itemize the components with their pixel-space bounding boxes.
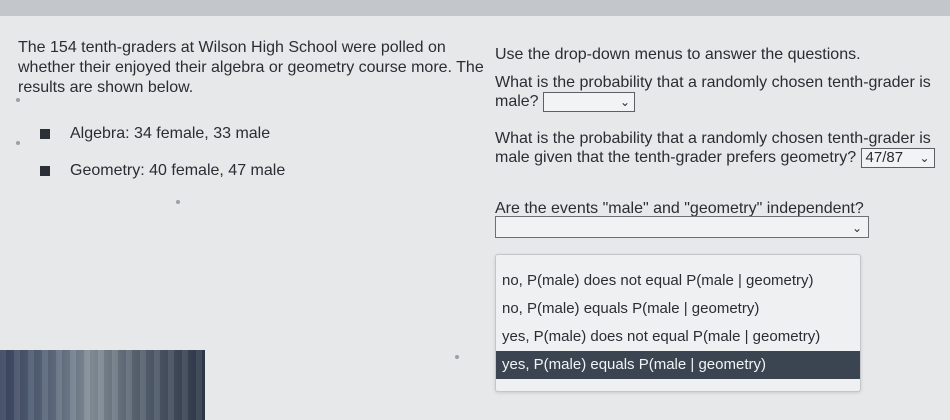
question-1: What is the probability that a randomly …	[495, 74, 935, 112]
q3-dropdown[interactable]: ⌄	[495, 216, 869, 238]
q2-dropdown[interactable]: 47/87 ⌄	[860, 148, 935, 168]
question-2: What is the probability that a randomly …	[495, 130, 935, 168]
option-2[interactable]: no, P(male) equals P(male | geometry)	[496, 295, 860, 323]
results-list: Algebra: 34 female, 33 male Geometry: 40…	[40, 124, 285, 198]
q2-selected-value: 47/87	[865, 149, 904, 166]
option-1[interactable]: no, P(male) does not equal P(male | geom…	[496, 267, 860, 295]
dot-mark	[455, 355, 459, 359]
top-bar	[0, 0, 950, 17]
background-photo	[0, 350, 205, 420]
option-4-highlighted[interactable]: yes, P(male) equals P(male | geometry)	[496, 351, 860, 379]
square-bullet-icon	[40, 166, 50, 176]
option-3[interactable]: yes, P(male) does not equal P(male | geo…	[496, 323, 860, 351]
dot-mark	[176, 200, 180, 204]
dot-mark	[16, 98, 20, 102]
q1-dropdown[interactable]: ⌄	[543, 92, 636, 112]
geometry-result: Geometry: 40 female, 47 male	[70, 162, 286, 179]
square-bullet-icon	[40, 129, 50, 139]
chevron-down-icon: ⌄	[851, 221, 862, 235]
chevron-down-icon: ⌄	[619, 95, 631, 109]
problem-text: The 154 tenth-graders at Wilson High Sch…	[18, 39, 484, 96]
left-panel: The 154 tenth-graders at Wilson High Sch…	[18, 38, 488, 98]
list-item: Geometry: 40 female, 47 male	[40, 161, 285, 181]
list-item: Algebra: 34 female, 33 male	[40, 124, 285, 144]
chevron-down-icon: ⌄	[919, 151, 930, 165]
instructions: Use the drop-down menus to answer the qu…	[495, 46, 861, 63]
algebra-result: Algebra: 34 female, 33 male	[70, 125, 271, 142]
q3-options-menu: no, P(male) does not equal P(male | geom…	[495, 254, 861, 392]
dot-mark	[16, 141, 20, 145]
